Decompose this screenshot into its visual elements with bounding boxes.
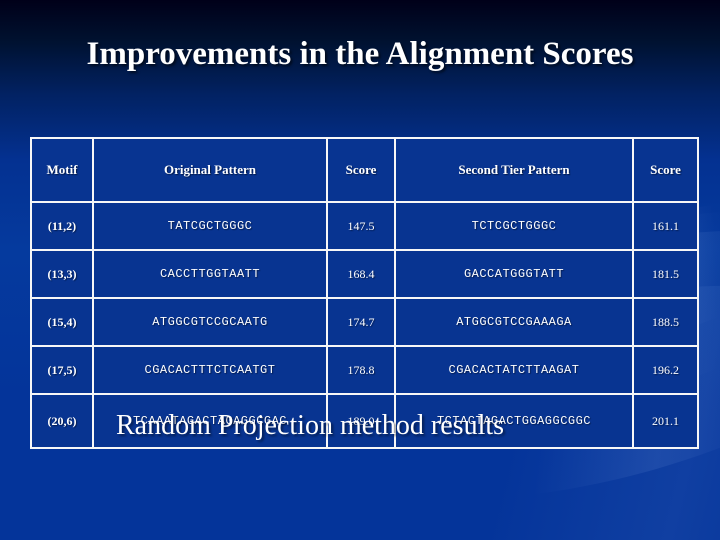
column-header-motif: Motif (30, 137, 94, 203)
column-header-score-2: Score (632, 137, 699, 203)
cell-score-2: 196.2 (632, 345, 699, 395)
cell-motif: (17,5) (30, 345, 94, 395)
cell-score: 168.4 (326, 249, 396, 299)
column-header-score: Score (326, 137, 396, 203)
alignment-scores-table-container: Motif Original Pattern Score Second Tier… (30, 137, 699, 449)
slide-caption: Random Projection method results (115, 410, 505, 441)
cell-score-2: 161.1 (632, 201, 699, 251)
cell-score-2: 201.1 (632, 393, 699, 449)
column-header-original-pattern: Original Pattern (92, 137, 328, 203)
cell-motif: (15,4) (30, 297, 94, 347)
slide-title: Improvements in the Alignment Scores (86, 36, 634, 72)
table-row: (17,5) CGACACTTTCTCAATGT 178.8 CGACACTAT… (30, 345, 699, 395)
table-body: Motif Original Pattern Score Second Tier… (30, 137, 699, 449)
slide-canvas: Improvements in the Alignment Scores Mot… (0, 0, 720, 540)
alignment-scores-table: Motif Original Pattern Score Second Tier… (30, 137, 699, 449)
cell-score: 174.7 (326, 297, 396, 347)
cell-second-tier-pattern: ATGGCGTCCGAAAGA (394, 297, 634, 347)
cell-motif: (13,3) (30, 249, 94, 299)
cell-motif: (11,2) (30, 201, 94, 251)
cell-second-tier-pattern: TCTCGCTGGGC (394, 201, 634, 251)
cell-score-2: 181.5 (632, 249, 699, 299)
column-header-second-tier-pattern: Second Tier Pattern (394, 137, 634, 203)
cell-second-tier-pattern: GACCATGGGTATT (394, 249, 634, 299)
table-row: (15,4) ATGGCGTCCGCAATG 174.7 ATGGCGTCCGA… (30, 297, 699, 347)
cell-second-tier-pattern: CGACACTATCTTAAGAT (394, 345, 634, 395)
table-header-row: Motif Original Pattern Score Second Tier… (30, 137, 699, 203)
cell-original-pattern: CACCTTGGTAATT (92, 249, 328, 299)
cell-original-pattern: TATCGCTGGGC (92, 201, 328, 251)
table-row: (11,2) TATCGCTGGGC 147.5 TCTCGCTGGGC 161… (30, 201, 699, 251)
cell-original-pattern: CGACACTTTCTCAATGT (92, 345, 328, 395)
cell-score: 147.5 (326, 201, 396, 251)
cell-original-pattern: ATGGCGTCCGCAATG (92, 297, 328, 347)
cell-score-2: 188.5 (632, 297, 699, 347)
table-row: (13,3) CACCTTGGTAATT 168.4 GACCATGGGTATT… (30, 249, 699, 299)
cell-score: 178.8 (326, 345, 396, 395)
